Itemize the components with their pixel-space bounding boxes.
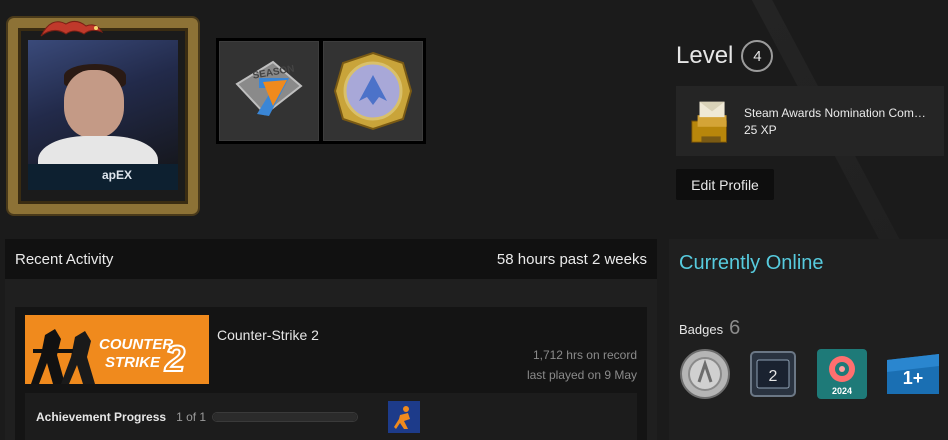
- capsule-text-1: COUNTER: [99, 336, 173, 353]
- game-hours: 1,712 hrs on record: [532, 348, 637, 362]
- achievement-progress-fill: [213, 412, 358, 421]
- recent-activity-panel: Recent Activity 58 hours past 2 weeks CO…: [5, 239, 657, 440]
- badges-count: 6: [729, 317, 741, 339]
- svg-text:2: 2: [164, 338, 185, 379]
- recent-activity-header: Recent Activity 58 hours past 2 weeks: [5, 239, 657, 279]
- cs-runner-icon: [394, 405, 411, 429]
- badges-header[interactable]: Badges 6: [679, 317, 740, 340]
- achievement-icon[interactable]: [388, 400, 421, 433]
- achievement-progress-bar: [212, 411, 359, 422]
- showcase-badges: SEASON: [216, 38, 426, 144]
- steam-awards-badge-icon: [691, 101, 727, 143]
- edit-profile-button[interactable]: Edit Profile: [676, 169, 774, 200]
- game-last-played: last played on 9 May: [526, 368, 637, 382]
- service-coin-badge[interactable]: [323, 41, 423, 141]
- badge-list: 2 2024 1+: [679, 347, 941, 401]
- badge-one-plus-text: 1+: [903, 368, 924, 388]
- level-label: Level: [676, 42, 734, 69]
- badge-year-text: 2024: [832, 386, 852, 396]
- game-name[interactable]: Counter-Strike 2: [217, 327, 319, 343]
- recent-activity-summary: 58 hours past 2 weeks: [496, 250, 647, 268]
- badges-label[interactable]: Badges: [679, 322, 723, 337]
- coin-icon: [333, 51, 413, 131]
- recent-activity-title: Recent Activity: [15, 250, 114, 268]
- avatar-frame: [8, 18, 198, 214]
- right-column: Currently Online Badges 6 2 2024 1+: [669, 239, 948, 440]
- profile-level: Level 4: [676, 40, 774, 72]
- favorite-badge[interactable]: Steam Awards Nomination Com… 25 XP: [676, 86, 944, 156]
- achievement-count: 1 of 1: [176, 409, 207, 424]
- game-card: COUNTER STRIKE 2 Counter-Strike 2 1,712 …: [15, 307, 647, 440]
- steam-2024-badge-icon[interactable]: 2024: [815, 347, 869, 401]
- years-badge-number: 2: [769, 368, 778, 385]
- dragon-icon: [40, 20, 104, 37]
- game-capsule[interactable]: COUNTER STRIKE 2: [25, 315, 209, 384]
- capsule-text-2: STRIKE: [105, 354, 161, 371]
- achievement-label: Achievement Progress: [36, 409, 167, 424]
- favorite-badge-title: Steam Awards Nomination Com…: [744, 105, 926, 120]
- online-status: Currently Online: [679, 252, 824, 274]
- years-badge-icon[interactable]: 2: [747, 348, 799, 400]
- achievement-row: Achievement Progress 1 of 1: [25, 393, 637, 440]
- cs2-capsule-art: COUNTER STRIKE 2: [25, 315, 209, 384]
- silver-badge-icon[interactable]: [679, 348, 731, 400]
- season-badge[interactable]: SEASON: [219, 41, 319, 141]
- profile-avatar[interactable]: apEX: [8, 18, 198, 214]
- season-7-icon: SEASON: [235, 60, 303, 116]
- favorite-badge-xp: 25 XP: [744, 122, 777, 137]
- one-plus-badge-icon[interactable]: 1+: [885, 350, 941, 398]
- level-badge[interactable]: 4: [741, 40, 774, 72]
